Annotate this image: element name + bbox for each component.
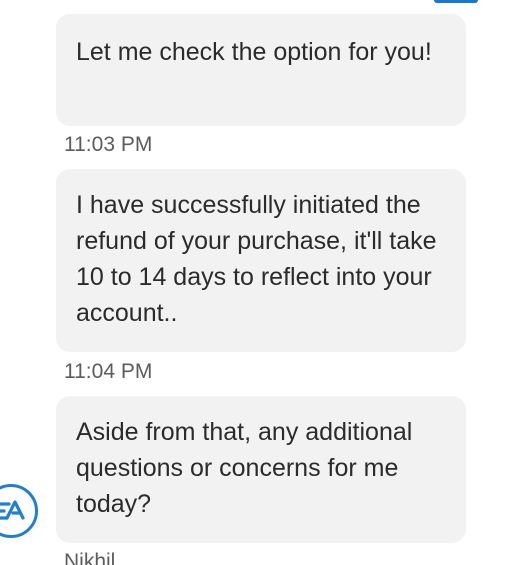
header-accent-bar: [434, 0, 478, 3]
chat-transcript: Let me check the option for you! 11:03 P…: [0, 0, 518, 565]
message-text: Aside from that, any additional question…: [76, 418, 413, 518]
agent-message-bubble: Aside from that, any additional question…: [56, 396, 466, 543]
agent-message-bubble: Let me check the option for you!: [56, 14, 466, 126]
message-timestamp: 11:04 PM: [64, 360, 153, 383]
agent-message-bubble: I have successfully initiated the refund…: [56, 169, 466, 352]
message-text: I have successfully initiated the refund…: [76, 191, 437, 327]
ea-logo-icon: [0, 500, 25, 520]
message-text: Let me check the option for you!: [76, 38, 432, 66]
agent-name: Nikhil: [64, 550, 116, 565]
message-timestamp: 11:03 PM: [64, 133, 153, 156]
agent-avatar: [0, 484, 38, 538]
